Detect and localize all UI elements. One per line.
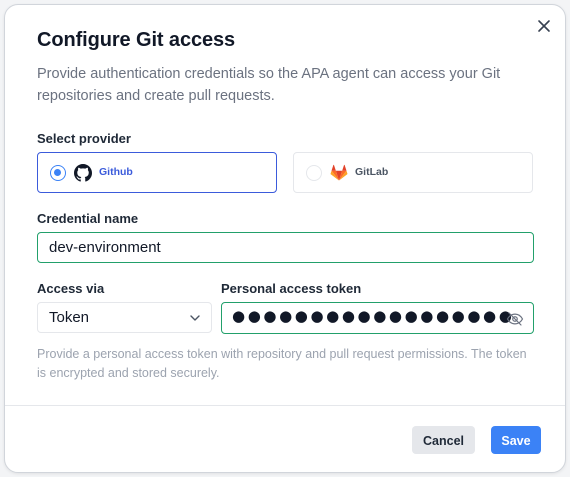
token-input[interactable]: ●●●●●●●●●●●●●●●●●●: [221, 302, 534, 334]
dialog-title: Configure Git access: [37, 29, 236, 51]
provider-label: Select provider: [37, 131, 131, 146]
token-masked-value: ●●●●●●●●●●●●●●●●●●: [232, 307, 515, 325]
provider-option-github[interactable]: Github: [37, 152, 277, 193]
access-via-label: Access via: [37, 281, 105, 296]
dialog-subtitle: Provide authentication credentials so th…: [37, 66, 501, 104]
provider-radio-github[interactable]: [50, 165, 66, 181]
credential-name-input[interactable]: dev-environment: [37, 232, 534, 263]
eye-off-icon[interactable]: [506, 310, 524, 328]
cancel-button[interactable]: Cancel: [412, 426, 475, 454]
provider-option-gitlab[interactable]: GitLab: [293, 152, 533, 193]
provider-radio-gitlab[interactable]: [306, 165, 322, 181]
gitlab-icon: [330, 164, 348, 181]
provider-name-gitlab: GitLab: [355, 166, 389, 178]
token-help-text: Provide a personal access token with rep…: [37, 347, 527, 380]
provider-name-github: Github: [99, 166, 133, 178]
access-via-value: Token: [49, 309, 90, 326]
chevron-down-icon: [190, 315, 200, 321]
access-via-select[interactable]: Token: [37, 302, 212, 333]
save-button[interactable]: Save: [491, 426, 541, 454]
configure-git-dialog: Configure Git access Provide authenticat…: [4, 4, 566, 473]
token-label: Personal access token: [221, 281, 362, 296]
credential-name-label: Credential name: [37, 211, 139, 226]
github-icon: [74, 164, 92, 182]
footer-divider: [5, 405, 565, 406]
close-icon[interactable]: [535, 17, 553, 35]
